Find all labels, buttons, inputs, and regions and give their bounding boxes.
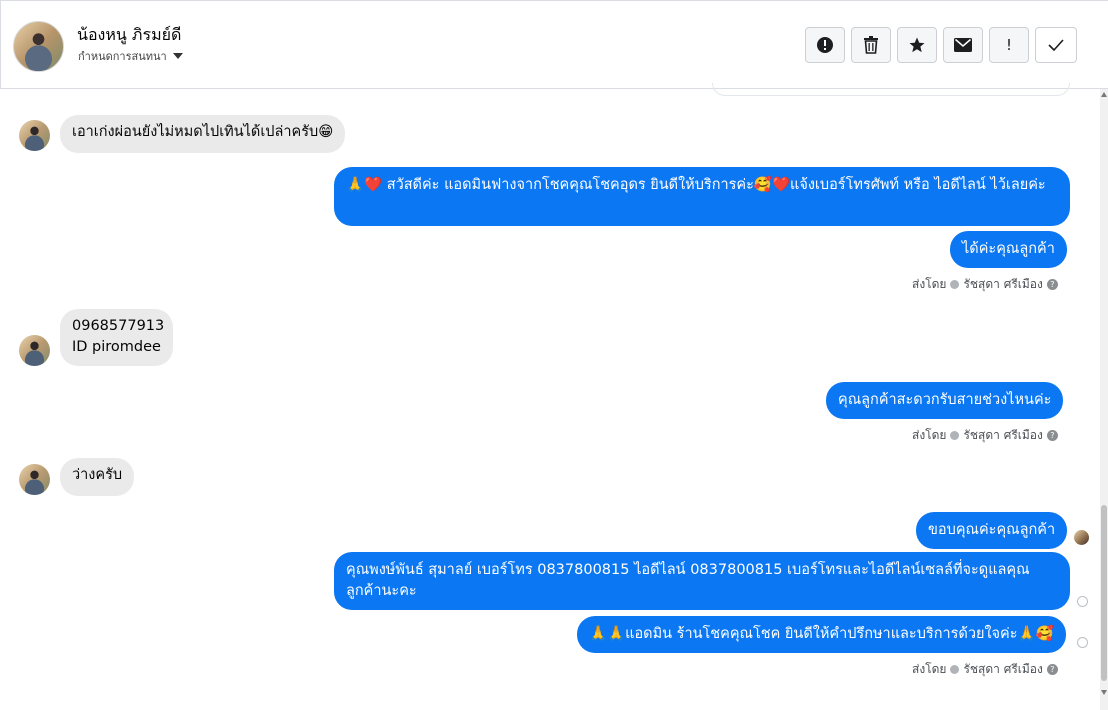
help-icon[interactable]: ? (1046, 279, 1058, 290)
outgoing-message[interactable]: 🙏❤️ สวัสดีค่ะ แอดมินฟางจากโชคคุณโชคอุดร … (334, 167, 1070, 226)
mark-unread-button[interactable] (943, 27, 983, 63)
alert-circle-icon (817, 37, 833, 53)
incoming-message[interactable]: เอาเก่งผ่อนยังไม่หมดไปเทินได้เปล่าครับ😁 (60, 115, 346, 153)
agent-avatar-icon (950, 280, 960, 289)
message-thread[interactable]: เอาเก่งผ่อนยังไม่หมดไปเทินได้เปล่าครับ😁 … (0, 83, 1100, 710)
seen-avatar (1074, 530, 1089, 545)
contact-avatar-small (19, 335, 50, 366)
done-button[interactable] (1035, 27, 1077, 63)
trash-icon (864, 36, 878, 54)
sent-by-label: ส่งโดย รัชสุดา ศรีเมือง ? (912, 426, 1058, 445)
scrollbar-thumb[interactable] (1101, 505, 1107, 681)
sent-by-prefix: ส่งโดย (912, 428, 947, 442)
scroll-down-arrow-icon[interactable] (1101, 690, 1107, 695)
outgoing-message[interactable]: คุณพงษ์พันธ์ สุมาลย์ เบอร์โทร 0837800815… (334, 552, 1070, 610)
envelope-icon (954, 38, 972, 52)
outgoing-message[interactable]: คุณลูกค้าสะดวกรับสายช่วงไหนค่ะ (826, 382, 1064, 419)
previous-message-edge (712, 83, 1070, 96)
check-icon (1048, 39, 1064, 51)
star-button[interactable] (897, 27, 937, 63)
agent-avatar-icon (950, 665, 960, 674)
conversation-header: น้องหนู ภิรมย์ดี กำหนดการสนทนา ! (0, 0, 1108, 89)
sent-by-agent: รัชสุดา ศรีเมือง (963, 662, 1043, 676)
outgoing-message[interactable]: 🙏🙏แอดมิน ร้านโชคคุณโชค ยินดีให้คำปรึกษาแ… (577, 616, 1066, 653)
incoming-message[interactable]: 0968577913 ID piromdee (60, 309, 173, 366)
flag-button[interactable]: ! (989, 27, 1029, 63)
incoming-message[interactable]: ว่างครับ (60, 458, 135, 496)
header-actions: ! (805, 27, 1077, 63)
contact-avatar-small (19, 120, 50, 151)
delete-button[interactable] (851, 27, 891, 63)
agent-avatar-icon (950, 431, 960, 440)
sent-by-agent: รัชสุดา ศรีเมือง (963, 277, 1043, 291)
outgoing-message[interactable]: ขอบคุณค่ะคุณลูกค้า (916, 512, 1068, 549)
sent-by-prefix: ส่งโดย (912, 277, 947, 291)
help-icon[interactable]: ? (1046, 664, 1058, 675)
sent-by-label: ส่งโดย รัชสุดา ศรีเมือง ? (912, 275, 1058, 294)
conversation-schedule-label: กำหนดการสนทนา (78, 50, 167, 63)
sent-by-prefix: ส่งโดย (912, 662, 947, 676)
delivered-check-icon (1077, 637, 1088, 648)
report-button[interactable] (805, 27, 845, 63)
outgoing-message[interactable]: ได้ค่ะคุณลูกค้า (950, 231, 1067, 268)
sent-by-agent: รัชสุดา ศรีเมือง (963, 428, 1043, 442)
contact-avatar-small (19, 464, 50, 495)
sent-by-label: ส่งโดย รัชสุดา ศรีเมือง ? (912, 660, 1058, 679)
contact-name[interactable]: น้องหนู ภิรมย์ดี (77, 23, 181, 48)
exclamation-icon: ! (1005, 36, 1012, 54)
conversation-schedule-dropdown[interactable]: กำหนดการสนทนา (78, 47, 183, 65)
scroll-up-arrow-icon[interactable] (1101, 92, 1107, 97)
caret-down-icon (172, 53, 183, 59)
star-icon (909, 37, 925, 53)
delivered-check-icon (1077, 596, 1088, 607)
help-icon[interactable]: ? (1046, 430, 1058, 441)
contact-avatar[interactable] (13, 21, 64, 72)
